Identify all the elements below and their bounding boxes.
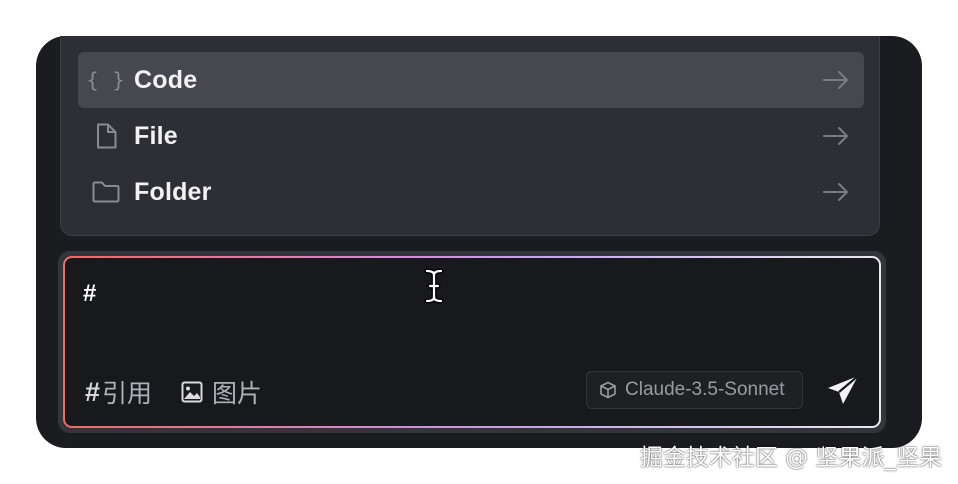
model-label: Claude-3.5-Sonnet [625, 379, 785, 400]
cube-icon [599, 381, 617, 399]
stage: { } Code File Folder # # 引用 图片 Claude-3.… [0, 0, 958, 484]
watermark: 掘金技术社区 @ 坚果派_坚果 [639, 445, 942, 471]
context-menu: { } Code File Folder [60, 36, 880, 236]
image-icon [181, 381, 203, 403]
arrow-right-icon [808, 52, 864, 108]
menu-item-label: Code [134, 65, 198, 94]
send-button[interactable] [825, 372, 861, 408]
send-icon [826, 374, 860, 406]
text-cursor-icon [423, 268, 445, 304]
image-label: 图片 [212, 380, 263, 408]
menu-item-folder[interactable]: Folder [78, 164, 864, 220]
hash-icon: # [85, 376, 101, 407]
image-button[interactable]: 图片 [181, 374, 262, 410]
menu-item-code[interactable]: { } Code [78, 52, 864, 108]
folder-icon [78, 164, 134, 220]
code-braces-icon: { } [86, 68, 126, 92]
chat-input-value: # [83, 280, 97, 307]
menu-item-file[interactable]: File [78, 108, 864, 164]
reference-label: 引用 [102, 380, 153, 408]
arrow-right-icon [808, 164, 864, 220]
chat-input[interactable]: # # 引用 图片 Claude-3.5-Sonnet [63, 256, 881, 428]
menu-item-label: Folder [134, 177, 212, 206]
model-selector-button[interactable]: Claude-3.5-Sonnet [586, 371, 803, 409]
file-icon [78, 108, 134, 164]
menu-item-label: File [134, 121, 178, 150]
reference-button[interactable]: # 引用 [85, 374, 152, 410]
arrow-right-icon [808, 108, 864, 164]
